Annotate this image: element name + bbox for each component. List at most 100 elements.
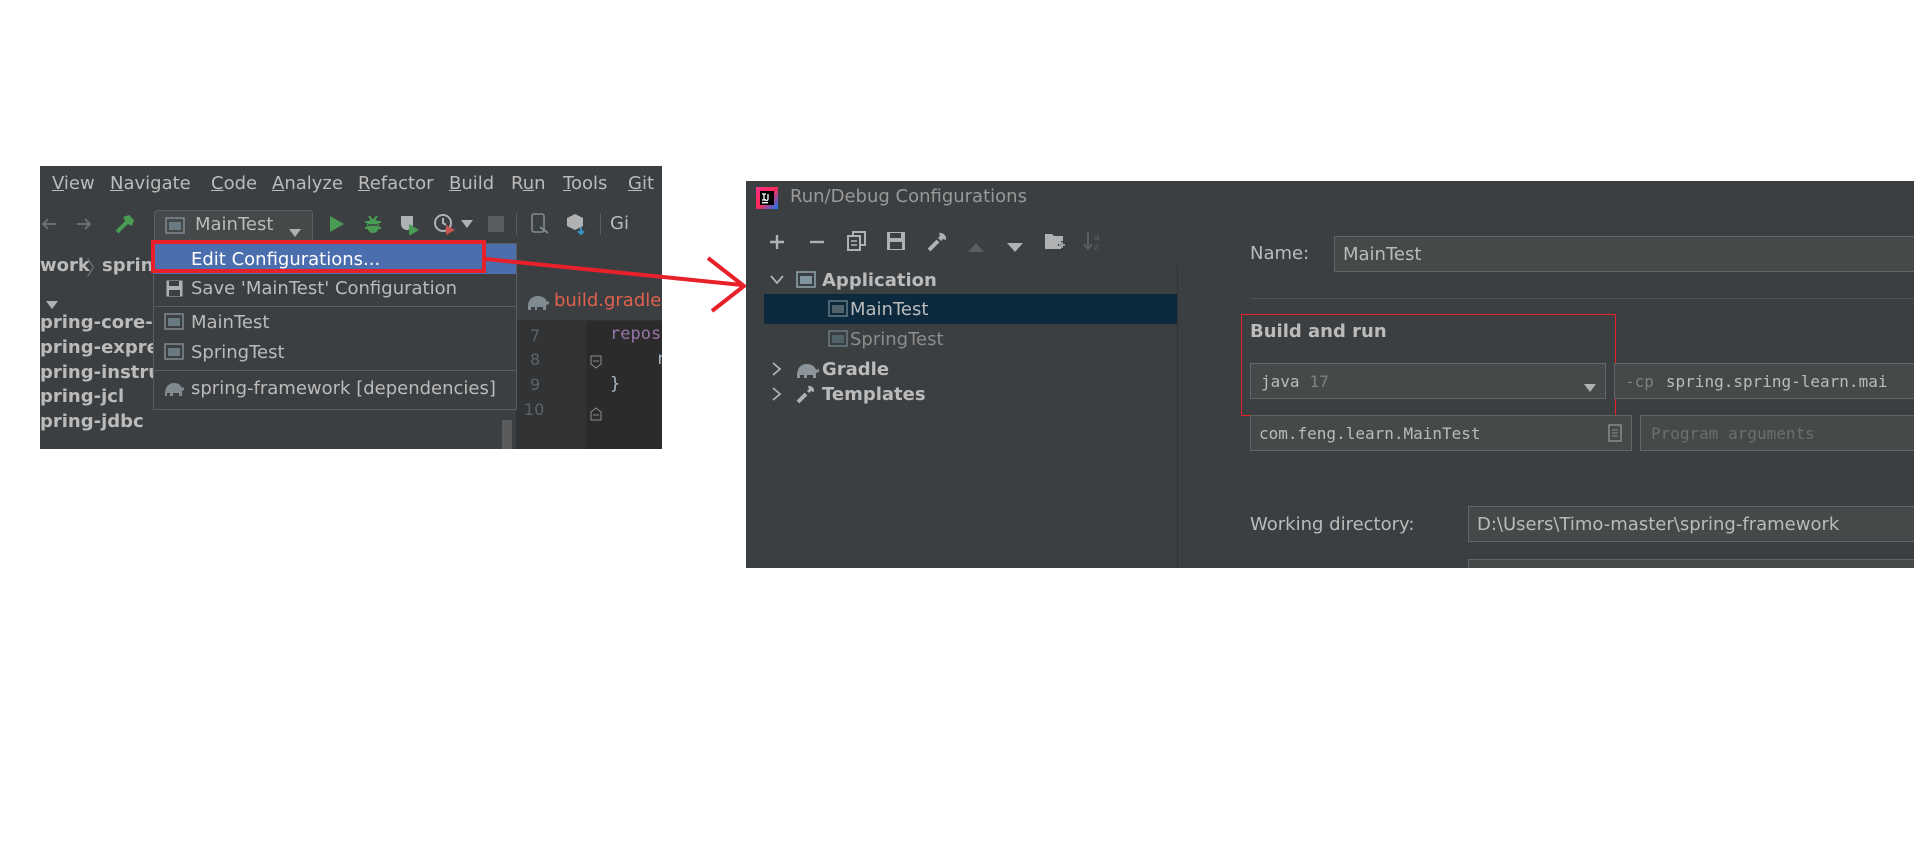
tree-node-label: Templates: [822, 383, 926, 405]
tree-node-label: MainTest: [850, 298, 929, 320]
device-manager-icon[interactable]: [528, 204, 552, 244]
classpath-field[interactable]: -cp spring.spring-learn.mai: [1614, 363, 1914, 399]
move-up-icon[interactable]: [968, 237, 986, 252]
project-tree-item[interactable]: pring-jdbc: [40, 411, 144, 432]
chevron-right-icon[interactable]: [772, 362, 790, 376]
dependencies-item[interactable]: spring-framework [dependencies]: [154, 373, 516, 403]
wrench-icon[interactable]: [926, 231, 948, 253]
breadcrumb-item-project[interactable]: work: [40, 255, 90, 276]
toolbar-divider-2: [600, 213, 601, 235]
new-folder-icon[interactable]: [1044, 231, 1068, 253]
browse-class-icon[interactable]: [1608, 424, 1622, 446]
fold-marker-icon[interactable]: [590, 406, 602, 425]
forward-arrow-icon[interactable]: [74, 204, 96, 244]
tree-node-springtest[interactable]: SpringTest: [764, 324, 1177, 354]
line-number: 9: [530, 375, 541, 394]
build-and-run-heading: Build and run: [1250, 321, 1387, 342]
stop-icon[interactable]: [486, 204, 506, 244]
line-number: 10: [524, 400, 545, 419]
line-number: 7: [530, 326, 541, 345]
git-toolbar-label[interactable]: Gi: [610, 213, 629, 234]
scrollbar-thumb[interactable]: [502, 420, 512, 449]
back-arrow-icon[interactable]: [40, 204, 58, 244]
config-item-label: SpringTest: [191, 341, 285, 363]
jre-version: 17: [1309, 371, 1329, 391]
program-arguments-field[interactable]: Program arguments: [1640, 415, 1914, 451]
working-directory-field[interactable]: D:\Users\Timo-master\spring-framework: [1468, 506, 1914, 542]
menu-run[interactable]: Run: [511, 173, 546, 194]
menu-refactor[interactable]: Refactor: [358, 173, 434, 194]
menu-build[interactable]: Build: [449, 173, 494, 194]
editor-gutter: 7 8 9 10: [516, 320, 602, 449]
tree-node-templates[interactable]: Templates: [764, 379, 1177, 409]
profiler-icon[interactable]: [432, 204, 458, 244]
save-configuration-label: Save 'MainTest' Configuration: [191, 277, 458, 299]
configurations-tree: Application MainTest SpringTest Gradle T…: [764, 265, 1178, 568]
annotation-arrow-icon: [485, 256, 748, 313]
working-directory-value: D:\Users\Timo-master\spring-framework: [1477, 513, 1840, 535]
environment-variables-field[interactable]: [1468, 559, 1914, 568]
remove-icon[interactable]: [808, 233, 828, 253]
code-line: }: [610, 374, 621, 394]
tree-node-application[interactable]: Application: [764, 265, 1177, 295]
run-config-icon: [165, 217, 185, 239]
tree-node-label: SpringTest: [850, 328, 944, 350]
config-item-springtest[interactable]: SpringTest: [154, 337, 516, 367]
jre-select[interactable]: java 17: [1250, 363, 1606, 399]
line-number: 8: [530, 350, 541, 369]
save-configuration-item[interactable]: Save 'MainTest' Configuration: [154, 273, 516, 303]
menu-code[interactable]: Code: [211, 173, 257, 194]
menu-git[interactable]: Git: [628, 173, 654, 194]
name-field[interactable]: MainTest: [1334, 236, 1914, 272]
project-tree-item[interactable]: pring-jcl: [40, 386, 124, 407]
move-down-icon[interactable]: [1007, 238, 1025, 252]
classpath-value: spring.spring-learn.mai: [1665, 371, 1888, 391]
chevron-down-icon[interactable]: [770, 275, 790, 285]
breadcrumb-item-module[interactable]: sprin: [102, 255, 153, 276]
menu-tools[interactable]: Tools: [563, 173, 607, 194]
debug-bug-icon[interactable]: [361, 204, 385, 244]
copy-icon[interactable]: [847, 231, 869, 253]
fold-marker-icon[interactable]: [590, 354, 602, 373]
add-icon[interactable]: [768, 233, 788, 253]
dialog-title-bar: Run/Debug Configurations: [746, 181, 1914, 215]
intellij-logo-icon: [756, 187, 778, 213]
popup-divider: [154, 370, 516, 371]
run-icon[interactable]: [326, 204, 348, 244]
name-label: Name:: [1250, 243, 1310, 264]
working-directory-label: Working directory:: [1250, 514, 1415, 535]
dialog-title: Run/Debug Configurations: [790, 186, 1027, 207]
more-chevron-down-icon[interactable]: [460, 204, 474, 244]
build-hammer-icon[interactable]: [112, 204, 138, 244]
run-configuration-combo[interactable]: MainTest: [154, 210, 313, 242]
code-line: r: [656, 349, 662, 369]
run-config-icon: [164, 313, 184, 331]
config-item-maintest[interactable]: MainTest: [154, 307, 516, 337]
toolbar-divider: [516, 213, 517, 235]
run-config-icon: [164, 343, 184, 361]
menu-analyze[interactable]: Analyze: [272, 173, 343, 194]
run-config-label: MainTest: [195, 214, 274, 235]
program-arguments-placeholder: Program arguments: [1651, 423, 1815, 443]
menu-navigate[interactable]: Navigate: [110, 173, 191, 194]
tree-node-label: Gradle: [822, 358, 890, 380]
tree-node-maintest[interactable]: MainTest: [764, 294, 1177, 324]
dependencies-label: spring-framework [dependencies]: [191, 377, 496, 399]
annotation-highlight-box: [151, 240, 486, 273]
jre-name: java: [1261, 371, 1300, 391]
save-icon[interactable]: [886, 231, 908, 253]
gradle-elephant-icon: [796, 360, 822, 378]
code-line: repos: [610, 324, 662, 344]
chevron-right-icon[interactable]: [772, 387, 790, 401]
coverage-icon[interactable]: [397, 204, 421, 244]
run-config-icon: [828, 330, 850, 348]
menu-view[interactable]: View: [52, 173, 95, 194]
config-item-label: MainTest: [191, 311, 270, 333]
sort-icon[interactable]: az: [1083, 230, 1107, 254]
name-field-value: MainTest: [1343, 243, 1422, 265]
sdk-manager-icon[interactable]: [564, 204, 590, 244]
main-menu-bar: View Navigate Code Analyze Refactor Buil…: [40, 166, 662, 202]
main-class-field[interactable]: com.feng.learn.MainTest: [1250, 415, 1632, 451]
svg-text:z: z: [1094, 243, 1099, 252]
main-class-value: com.feng.learn.MainTest: [1259, 423, 1481, 443]
